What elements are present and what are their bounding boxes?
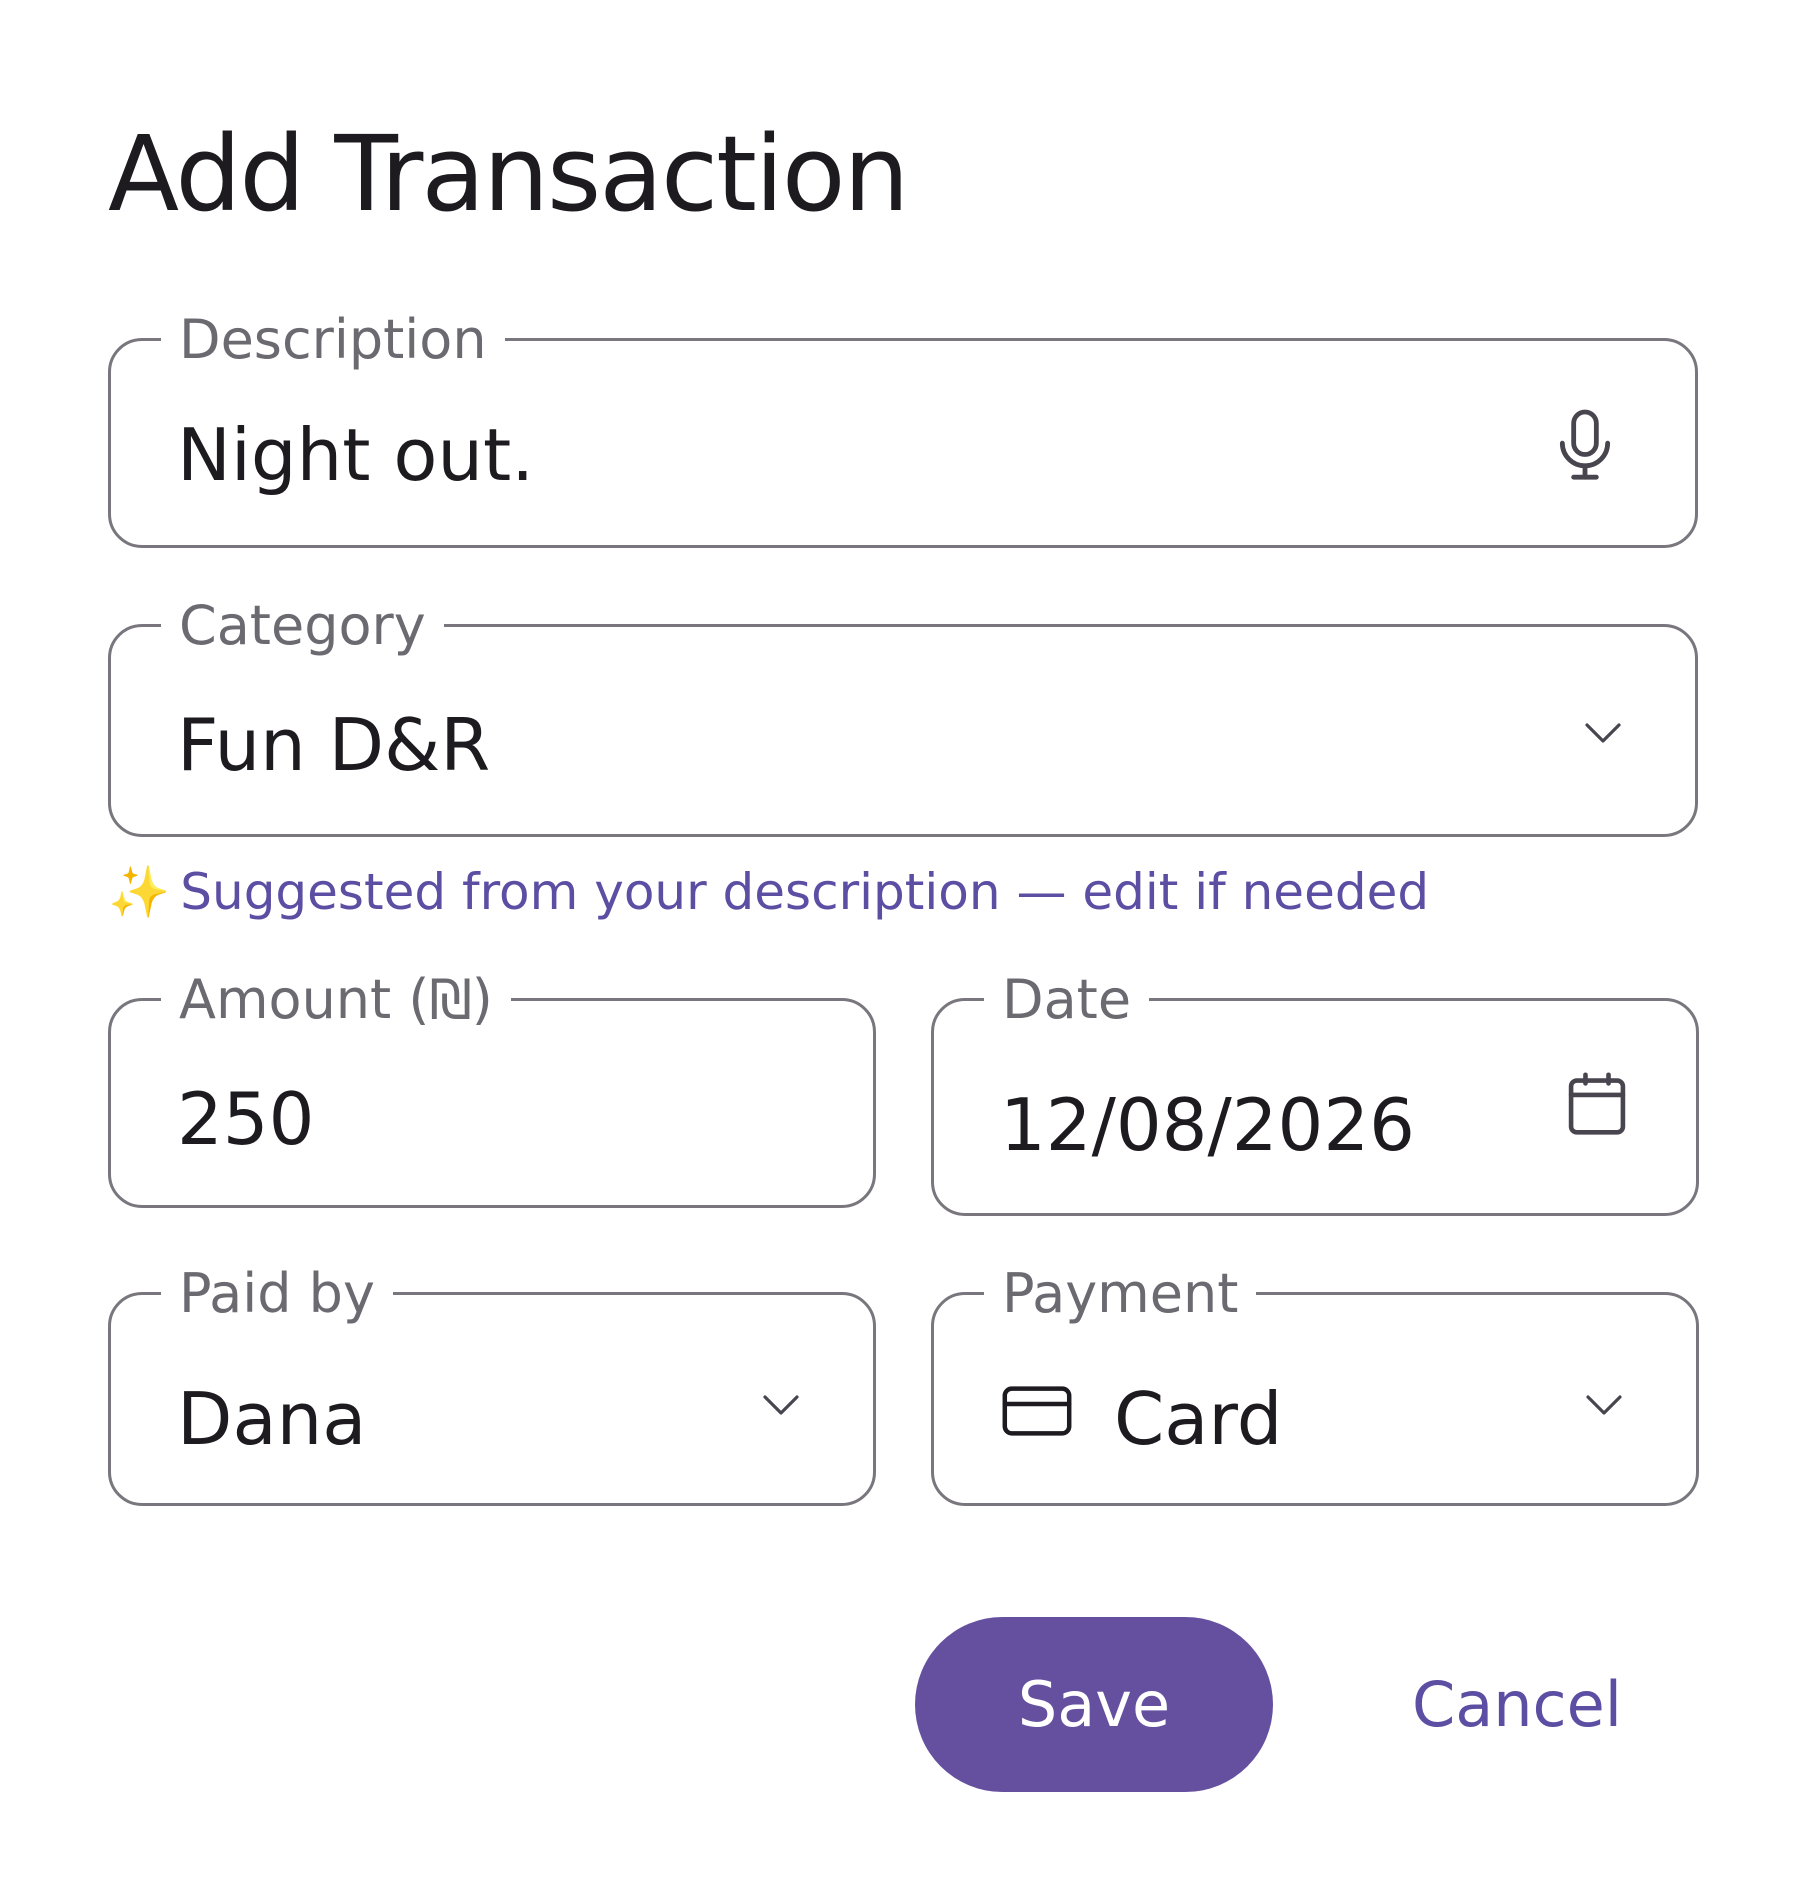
credit-card-icon — [1000, 1383, 1074, 1439]
category-value: Fun D&R — [177, 703, 491, 787]
payment-value: Card — [1114, 1377, 1283, 1461]
cancel-button[interactable]: Cancel — [1362, 1617, 1672, 1792]
description-label: Description — [161, 305, 505, 375]
payment-select[interactable]: Payment Card — [931, 1259, 1699, 1506]
category-suggestion-hint: ✨ Suggested from your description — edit … — [108, 862, 1429, 922]
mic-icon[interactable] — [1551, 405, 1619, 487]
calendar-icon[interactable] — [1562, 1069, 1632, 1141]
amount-label: Amount (₪) — [161, 965, 511, 1035]
paid-by-label: Paid by — [161, 1259, 393, 1329]
description-input[interactable]: Night out. — [177, 419, 534, 491]
chevron-down-icon[interactable] — [759, 1391, 803, 1419]
description-field[interactable]: Description Night out. — [108, 305, 1698, 548]
dialog-title: Add Transaction — [108, 113, 909, 235]
date-field[interactable]: Date 12/08/2026 — [931, 965, 1699, 1216]
date-input[interactable]: 12/08/2026 — [1000, 1089, 1415, 1161]
date-label: Date — [984, 965, 1150, 1035]
save-button[interactable]: Save — [915, 1617, 1273, 1792]
category-hint-text: Suggested from your description — edit i… — [180, 863, 1430, 921]
payment-label: Payment — [984, 1259, 1257, 1329]
paid-by-select[interactable]: Paid by Dana — [108, 1259, 876, 1506]
amount-field[interactable]: Amount (₪) 250 — [108, 965, 876, 1208]
chevron-down-icon[interactable] — [1582, 1391, 1626, 1419]
add-transaction-dialog: Add Transaction Description Night out. C… — [0, 0, 1808, 1903]
chevron-down-icon[interactable] — [1581, 719, 1625, 747]
paid-by-value: Dana — [177, 1377, 367, 1461]
amount-input[interactable]: 250 — [177, 1083, 314, 1155]
sparkles-icon: ✨ — [108, 863, 171, 921]
category-select[interactable]: Category Fun D&R — [108, 591, 1698, 837]
category-label: Category — [161, 591, 444, 661]
